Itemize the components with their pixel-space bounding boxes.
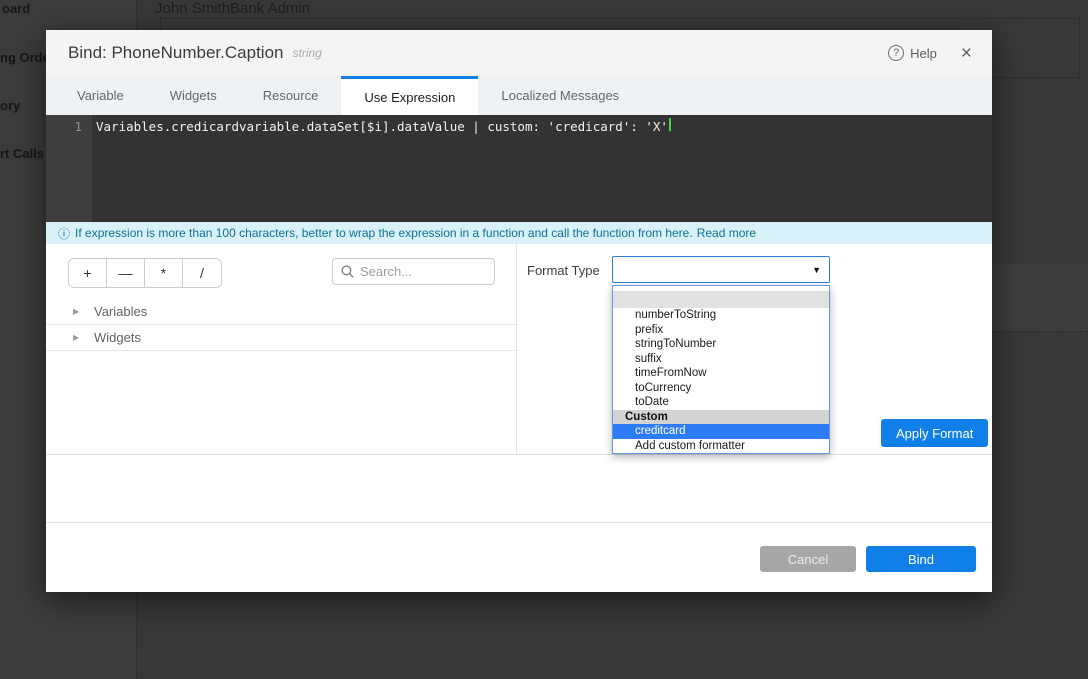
dialog-body: + — * / ▶ Variables xyxy=(46,244,992,455)
format-type-dropdown: numberToString prefix stringToNumber suf… xyxy=(612,285,830,454)
help-button[interactable]: ? Help xyxy=(888,45,937,61)
page-title-background: John SmithBank Admin xyxy=(155,0,310,17)
screen: oard ng Order ory rt Calls John SmithBan… xyxy=(0,0,1088,679)
chevron-down-icon: ▼ xyxy=(812,265,821,275)
dropdown-option-stringToNumber[interactable]: stringToNumber xyxy=(613,337,829,352)
tree-item-label: Widgets xyxy=(94,330,141,345)
help-icon: ? xyxy=(888,45,904,61)
binding-tree: ▶ Variables ▶ Widgets xyxy=(46,299,516,351)
tree-item-variables[interactable]: ▶ Variables xyxy=(46,299,516,325)
expression-editor[interactable]: 1 Variables.credicardvariable.dataSet[$i… xyxy=(46,115,992,222)
expression-left-panel: + — * / ▶ Variables xyxy=(46,244,517,454)
search-input[interactable] xyxy=(360,264,486,279)
dialog-spacer xyxy=(46,455,992,522)
tab-variable[interactable]: Variable xyxy=(54,76,147,115)
dropdown-option-prefix[interactable]: prefix xyxy=(613,323,829,338)
editor-line: 1 Variables.credicardvariable.dataSet[$i… xyxy=(46,115,992,136)
chevron-right-icon: ▶ xyxy=(73,333,79,342)
minus-operator-button[interactable]: — xyxy=(107,259,145,287)
bind-button[interactable]: Bind xyxy=(866,546,976,572)
tab-resource[interactable]: Resource xyxy=(240,76,342,115)
help-label: Help xyxy=(910,46,937,61)
chevron-right-icon: ▶ xyxy=(73,307,79,316)
operator-button-group: + — * / xyxy=(68,258,222,288)
info-icon: ⓘ xyxy=(58,225,70,242)
apply-format-button[interactable]: Apply Format xyxy=(881,419,988,447)
background-right-band xyxy=(992,264,1088,332)
divide-operator-button[interactable]: / xyxy=(183,259,221,287)
cancel-button[interactable]: Cancel xyxy=(760,546,856,572)
tab-localized-messages[interactable]: Localized Messages xyxy=(478,76,642,115)
dropdown-option-creditcard[interactable]: creditcard xyxy=(613,424,829,439)
dialog-footer: Cancel Bind xyxy=(46,522,992,592)
format-panel: Format Type ▼ numberToString prefix stri… xyxy=(517,244,992,454)
plus-operator-button[interactable]: + xyxy=(69,259,107,287)
dialog-header: Bind: PhoneNumber.Caption string ? Help … xyxy=(46,30,992,76)
dropdown-option-toCurrency[interactable]: toCurrency xyxy=(613,381,829,396)
editor-cursor xyxy=(669,118,671,131)
search-box xyxy=(332,258,495,285)
tab-widgets[interactable]: Widgets xyxy=(147,76,240,115)
dropdown-option-suffix[interactable]: suffix xyxy=(613,352,829,367)
dropdown-empty-option[interactable] xyxy=(613,291,829,308)
dialog-title: Bind: PhoneNumber.Caption xyxy=(68,43,283,63)
format-type-select[interactable]: ▼ xyxy=(612,256,830,283)
info-banner: ⓘ If expression is more than 100 charact… xyxy=(46,222,992,244)
dropdown-option-toDate[interactable]: toDate xyxy=(613,395,829,410)
format-type-label: Format Type xyxy=(527,263,600,278)
bind-dialog: Bind: PhoneNumber.Caption string ? Help … xyxy=(46,30,992,592)
dialog-tabbar: Variable Widgets Resource Use Expression… xyxy=(46,76,992,115)
dropdown-option-numberToString[interactable]: numberToString xyxy=(613,308,829,323)
sidebar-item-history: ory xyxy=(0,98,20,113)
dialog-type-label: string xyxy=(292,46,321,60)
dropdown-group-custom: Custom xyxy=(613,410,829,425)
expression-code: Variables.credicardvariable.dataSet[$i].… xyxy=(92,118,668,136)
search-icon xyxy=(341,265,354,278)
close-icon[interactable]: × xyxy=(961,44,972,63)
info-banner-text: If expression is more than 100 character… xyxy=(75,226,693,240)
dropdown-option-add-custom-formatter[interactable]: Add custom formatter xyxy=(613,439,829,454)
dropdown-option-timeFromNow[interactable]: timeFromNow xyxy=(613,366,829,381)
tree-item-widgets[interactable]: ▶ Widgets xyxy=(46,325,516,351)
sidebar-item-calls: rt Calls xyxy=(0,146,44,161)
tab-use-expression[interactable]: Use Expression xyxy=(341,76,478,115)
tree-item-label: Variables xyxy=(94,304,147,319)
line-number: 1 xyxy=(46,118,92,136)
sidebar-item-dashboard: oard xyxy=(2,1,30,16)
multiply-operator-button[interactable]: * xyxy=(145,259,183,287)
read-more-link[interactable]: Read more xyxy=(697,226,756,240)
